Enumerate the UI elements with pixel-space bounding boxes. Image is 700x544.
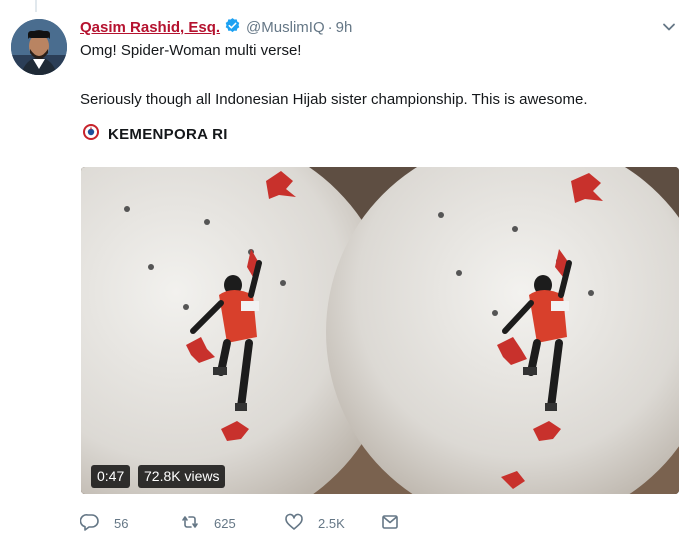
video-views: 72.8K views — [138, 465, 226, 488]
tweet-time[interactable]: 9h — [336, 19, 353, 36]
tweet: Qasim Rashid, Esq. @MuslimIQ · 9h Omg! S… — [0, 0, 700, 544]
message-icon — [380, 512, 400, 535]
source-name: KEMENPORA RI — [108, 125, 228, 143]
author-handle[interactable]: @MuslimIQ — [246, 19, 325, 36]
verified-icon — [224, 17, 246, 38]
separator-dot: · — [327, 18, 333, 36]
author-name[interactable]: Qasim Rashid, Esq. — [80, 19, 220, 36]
like-icon — [284, 512, 304, 535]
like-button[interactable]: 2.5K — [284, 512, 380, 535]
retweet-icon — [180, 512, 200, 535]
kemenpora-logo-icon — [82, 123, 108, 146]
reply-button[interactable]: 56 — [79, 512, 180, 535]
retweet-button[interactable]: 625 — [180, 512, 284, 535]
message-button[interactable] — [380, 512, 400, 535]
retweet-count: 625 — [214, 515, 236, 531]
video-player[interactable]: 0:47 72.8K views — [81, 167, 679, 494]
reply-icon — [79, 512, 100, 535]
avatar[interactable] — [11, 19, 67, 75]
like-count: 2.5K — [318, 515, 345, 531]
video-frame — [81, 167, 679, 494]
thread-line — [35, 0, 37, 12]
video-source[interactable]: KEMENPORA RI — [82, 123, 228, 146]
tweet-actions: 56 625 2.5K — [79, 512, 400, 535]
tweet-text-line2: Seriously though all Indonesian Hijab si… — [80, 91, 588, 108]
video-duration: 0:47 — [91, 465, 131, 488]
tweet-header: Qasim Rashid, Esq. @MuslimIQ · 9h — [80, 17, 352, 37]
tweet-text-line1: Omg! Spider-Woman multi verse! — [80, 42, 302, 59]
reply-count: 56 — [114, 515, 129, 531]
